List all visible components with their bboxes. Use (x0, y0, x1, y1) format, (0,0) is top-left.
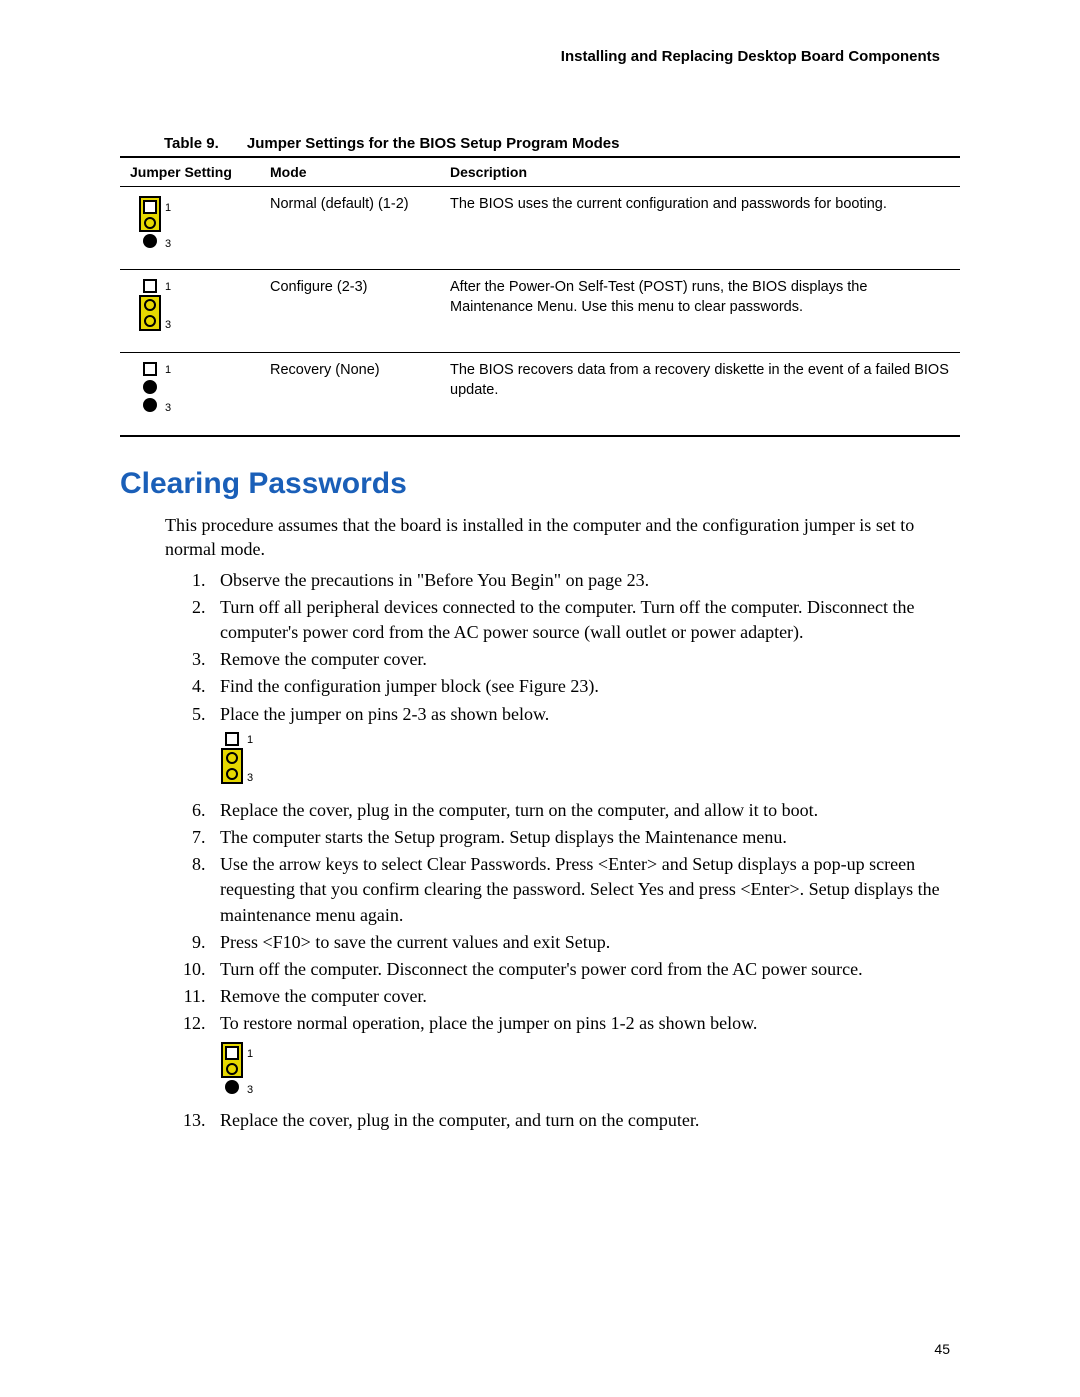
page-header: Installing and Replacing Desktop Board C… (120, 48, 960, 65)
section-heading: Clearing Passwords (120, 467, 960, 501)
step-text: Place the jumper on pins 2-3 as shown be… (220, 704, 549, 724)
col-mode: Mode (260, 157, 440, 187)
list-item: Observe the precautions in "Before You B… (210, 568, 960, 593)
list-item: Find the configuration jumper block (see… (210, 674, 960, 699)
svg-text:3: 3 (165, 238, 171, 250)
svg-text:1: 1 (165, 364, 171, 376)
svg-text:1: 1 (247, 1048, 253, 1060)
desc-recovery: The BIOS recovers data from a recovery d… (440, 353, 960, 437)
page-number: 45 (934, 1341, 950, 1357)
desc-normal: The BIOS uses the current configuration … (440, 187, 960, 270)
svg-text:3: 3 (165, 319, 171, 331)
svg-text:1: 1 (247, 734, 253, 746)
mode-configure: Configure (2-3) (260, 270, 440, 353)
mode-normal: Normal (default) (1-2) (260, 187, 440, 270)
list-item: Remove the computer cover. (210, 647, 960, 672)
list-item: To restore normal operation, place the j… (210, 1011, 960, 1103)
step-text: To restore normal operation, place the j… (220, 1013, 757, 1033)
jumper-img-configure: 1 3 (120, 270, 260, 353)
list-item: Turn off all peripheral devices connecte… (210, 595, 960, 645)
list-item: Turn off the computer. Disconnect the co… (210, 957, 960, 982)
list-item: Use the arrow keys to select Clear Passw… (210, 852, 960, 928)
svg-text:3: 3 (165, 402, 171, 414)
jumper-normal-inline-icon: 1 3 (220, 1041, 960, 1104)
list-item: Remove the computer cover. (210, 984, 960, 1009)
table-row: 1 3 Normal (default) (1-2) The BIOS uses… (120, 187, 960, 270)
svg-text:1: 1 (165, 281, 171, 293)
svg-text:1: 1 (165, 202, 171, 214)
list-item: Press <F10> to save the current values a… (210, 930, 960, 955)
list-item: The computer starts the Setup program. S… (210, 825, 960, 850)
svg-text:3: 3 (247, 772, 253, 784)
mode-recovery: Recovery (None) (260, 353, 440, 437)
intro-paragraph: This procedure assumes that the board is… (165, 513, 960, 562)
jumper-img-recovery: 1 3 (120, 353, 260, 437)
jumper-recovery-icon: 1 3 (138, 361, 180, 417)
jumper-settings-table: Jumper Setting Mode Description 1 3 (120, 156, 960, 437)
desc-configure: After the Power-On Self-Test (POST) runs… (440, 270, 960, 353)
jumper-configure-icon: 1 3 (138, 278, 180, 334)
table-title: Jumper Settings for the BIOS Setup Progr… (247, 135, 620, 152)
table-caption: Table 9. Jumper Settings for the BIOS Se… (164, 135, 960, 152)
col-description: Description (440, 157, 960, 187)
table-row: 1 3 Configure (2-3) After the Power-On S… (120, 270, 960, 353)
steps-list: Observe the precautions in "Before You B… (190, 568, 960, 1133)
table-head: Jumper Setting Mode Description (120, 157, 960, 187)
svg-text:3: 3 (247, 1084, 253, 1096)
list-item: Replace the cover, plug in the computer,… (210, 1108, 960, 1133)
table-number: Table 9. (164, 135, 219, 152)
list-item: Replace the cover, plug in the computer,… (210, 798, 960, 823)
jumper-configure-inline-icon: 1 3 (220, 731, 960, 794)
table-row: 1 3 Recovery (None) The BIOS recovers da… (120, 353, 960, 437)
jumper-img-normal: 1 3 (120, 187, 260, 270)
col-jumper-setting: Jumper Setting (120, 157, 260, 187)
list-item: Place the jumper on pins 2-3 as shown be… (210, 702, 960, 794)
jumper-normal-icon: 1 3 (138, 195, 180, 251)
